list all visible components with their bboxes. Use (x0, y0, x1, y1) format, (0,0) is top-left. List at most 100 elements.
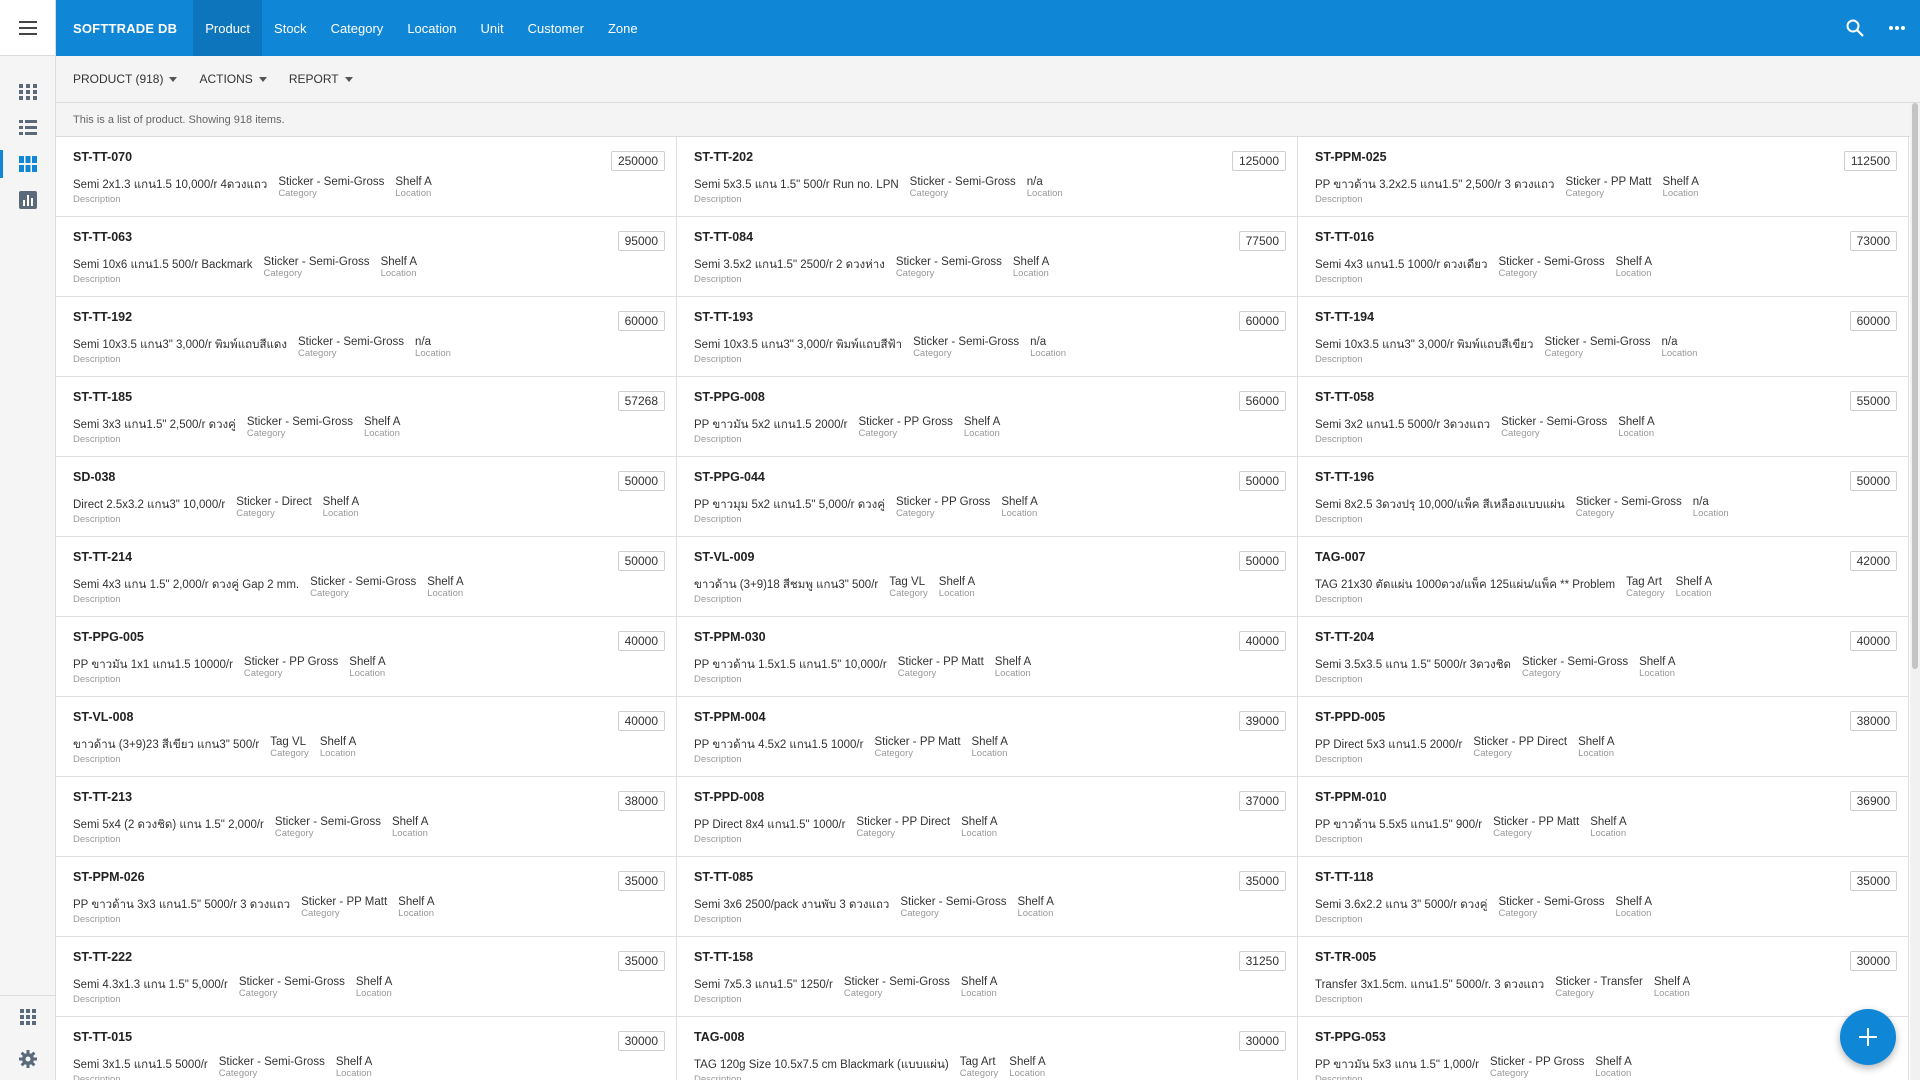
category-label: Category (1498, 268, 1538, 279)
product-card[interactable]: ST-PPM-010 36900 PP ขาวด้าน 5.5x5 แกน1.5" … (1298, 777, 1909, 857)
category-label: Category (858, 428, 898, 439)
description-label: Description (694, 994, 742, 1005)
product-card[interactable]: ST-TT-193 60000 Semi 10x3.5 แกน3" 3,000/r … (677, 297, 1298, 377)
report-dropdown[interactable]: REPORT (289, 72, 353, 86)
product-card[interactable]: ST-PPM-026 35000 PP ขาวด้าน 3x3 แกน1.5" 50… (56, 857, 677, 937)
product-code: ST-TT-214 (73, 550, 133, 564)
product-category: Sticker - Semi-Gross (1501, 416, 1608, 428)
brand-title[interactable]: SOFTTRADE DB (56, 21, 193, 36)
description-label: Description (73, 354, 121, 365)
category-label: Category (1498, 908, 1538, 919)
product-category: Sticker - Semi-Gross (1522, 656, 1629, 668)
product-card[interactable]: ST-TT-085 35000 Semi 3x6 2500/pack งานพับ … (677, 857, 1298, 937)
product-card[interactable]: ST-PPG-008 56000 PP ขาวมัน 5x2 แกน1.5 2000… (677, 377, 1298, 457)
quantity-badge: 38000 (617, 791, 665, 811)
category-label: Category (874, 748, 914, 759)
product-card[interactable]: ST-PPM-004 39000 PP ขาวด้าน 4.5x2 แกน1.5 1… (677, 697, 1298, 777)
location-label: Location (319, 748, 356, 759)
nav-location[interactable]: Location (395, 0, 468, 56)
product-card[interactable]: ST-PPM-025 112500 PP ขาวด้าน 3.2x2.5 แกน1.… (1298, 137, 1909, 217)
product-card[interactable]: ST-TT-063 95000 Semi 10x6 แกน1.5 500/r Bac… (56, 217, 677, 297)
product-card[interactable]: ST-PPD-005 38000 PP Direct 5x3 แกน1.5 2000… (1298, 697, 1909, 777)
product-card[interactable]: TAG-008 30000 TAG 120g Size 10.5x7.5 cm Bl… (677, 1017, 1298, 1080)
apps-button[interactable] (0, 996, 56, 1038)
product-card[interactable]: ST-TT-016 73000 Semi 4x3 แกน1.5 1000/r ดวง… (1298, 217, 1909, 297)
product-card[interactable]: ST-TT-204 40000 Semi 3.5x3.5 แกน 1.5" 5000… (1298, 617, 1909, 697)
product-category: Sticker - PP Matt (1493, 816, 1580, 828)
product-category: Sticker - Transfer (1555, 976, 1643, 988)
nav-zone[interactable]: Zone (596, 0, 650, 56)
product-card[interactable]: ST-TT-158 31250 Semi 7x5.3 แกน1.5" 1250/r D… (677, 937, 1298, 1017)
product-code: ST-PPG-005 (73, 630, 144, 644)
location-label: Location (1615, 268, 1652, 279)
product-location: Shelf A (395, 176, 432, 188)
product-card[interactable]: ST-TT-202 125000 Semi 5x3.5 แกน 1.5" 500/r… (677, 137, 1298, 217)
rail-item-modules[interactable] (0, 74, 55, 110)
product-card[interactable]: ST-TT-084 77500 Semi 3.5x2 แกน1.5" 2500/r … (677, 217, 1298, 297)
scrollbar-thumb[interactable] (1912, 103, 1918, 669)
product-card[interactable]: ST-TT-194 60000 Semi 10x3.5 แกน3" 3,000/r … (1298, 297, 1909, 377)
scrollbar[interactable] (1910, 103, 1920, 1080)
product-card[interactable]: ST-PPG-044 50000 PP ขาวมุม 5x2 แกน1.5" 5,0… (677, 457, 1298, 537)
product-card[interactable]: ST-TT-196 50000 Semi 8x2.5 3ดวงปรุ 10,000/… (1298, 457, 1909, 537)
product-card[interactable]: ST-PPG-005 40000 PP ขาวมัน 1x1 แกน1.5 1000… (56, 617, 677, 697)
nav-stock[interactable]: Stock (262, 0, 319, 56)
product-description: Semi 7x5.3 แกน1.5" 1250/r (694, 979, 833, 991)
settings-button[interactable] (0, 1038, 56, 1080)
product-card[interactable]: ST-TT-214 50000 Semi 4x3 แกน 1.5" 2,000/r … (56, 537, 677, 617)
product-card[interactable]: ST-TT-192 60000 Semi 10x3.5 แกน3" 3,000/r … (56, 297, 677, 377)
list-view-icon (18, 120, 37, 135)
product-count-dropdown[interactable]: PRODUCT (918) (73, 72, 178, 86)
location-label: Location (335, 1068, 372, 1079)
location-label: Location (1590, 828, 1627, 839)
product-location: Shelf A (1001, 496, 1038, 508)
description-label: Description (73, 594, 121, 605)
add-product-button[interactable] (1840, 1009, 1896, 1065)
category-label: Category (1493, 828, 1532, 839)
quantity-badge: 42000 (1849, 551, 1897, 571)
category-label: Category (236, 508, 275, 519)
product-card[interactable]: SD-038 50000 Direct 2.5x3.2 แกน3" 10,000/r… (56, 457, 677, 537)
product-card[interactable]: ST-PPG-053 PP ขาวมัน 5x3 แกน 1.5" 1,000/r… (1298, 1017, 1909, 1080)
product-card[interactable]: TAG-007 42000 TAG 21x30 ตัดแผ่น 1000ดวง/แพ… (1298, 537, 1909, 617)
quantity-badge: 250000 (610, 151, 665, 171)
product-card[interactable]: ST-TT-185 57268 Semi 3x3 แกน1.5" 2,500/r ด… (56, 377, 677, 457)
menu-icon[interactable] (18, 20, 37, 35)
category-label: Category (278, 188, 317, 199)
product-description: PP ขาวมัน 1x1 แกน1.5 10000/r (73, 659, 233, 671)
product-description: Semi 3x3 แกน1.5" 2,500/r ดวงคู่ (73, 419, 236, 431)
product-card[interactable]: ST-TT-070 250000 Semi 2x1.3 แกน1.5 10,000/… (56, 137, 677, 217)
rail-item-chart[interactable] (0, 182, 55, 218)
product-code: ST-PPM-030 (694, 630, 766, 644)
location-label: Location (1618, 428, 1655, 439)
description-label: Description (73, 994, 121, 1005)
nav-product[interactable]: Product (193, 0, 263, 56)
more-icon[interactable] (1888, 25, 1906, 31)
quantity-badge: 35000 (617, 951, 665, 971)
product-code: ST-PPM-004 (694, 710, 766, 724)
nav-customer[interactable]: Customer (516, 0, 596, 56)
product-category: Sticker - PP Matt (897, 656, 984, 668)
nav-category[interactable]: Category (319, 0, 396, 56)
product-code: ST-TT-204 (1315, 630, 1375, 644)
product-card[interactable]: ST-VL-008 40000 ขาวด้าน (3+9)23 สีเขียว แก… (56, 697, 677, 777)
product-card[interactable]: ST-TT-213 38000 Semi 5x4 (2 ดวงชิด) แกน 1.… (56, 777, 677, 857)
product-card[interactable]: ST-TT-118 35000 Semi 3.6x2.2 แกน 3" 5000/r… (1298, 857, 1909, 937)
quantity-badge: 35000 (1238, 871, 1286, 891)
rail-item-card-view[interactable] (0, 146, 55, 182)
search-icon[interactable] (1846, 19, 1864, 37)
product-card[interactable]: ST-TT-015 30000 Semi 3x1.5 แกน1.5 5000/r De… (56, 1017, 677, 1080)
product-location: Shelf A (961, 816, 998, 828)
menu-button[interactable] (0, 0, 55, 56)
actions-dropdown[interactable]: ACTIONS (199, 72, 267, 86)
product-card[interactable]: ST-VL-009 50000 ขาวด้าน (3+9)18 สีชมพู แกน… (677, 537, 1298, 617)
product-card[interactable]: ST-TT-222 35000 Semi 4.3x1.3 แกน 1.5" 5,00… (56, 937, 677, 1017)
product-card[interactable]: ST-TT-058 55000 Semi 3x2 แกน1.5 5000/r 3ดว… (1298, 377, 1909, 457)
product-card[interactable]: ST-PPM-030 40000 PP ขาวด้าน 1.5x1.5 แกน1.5… (677, 617, 1298, 697)
product-description: Semi 2x1.3 แกน1.5 10,000/r 4ดวงแถว (73, 179, 268, 191)
rail-item-list-view[interactable] (0, 110, 55, 146)
product-card[interactable]: ST-TR-005 30000 Transfer 3x1.5cm. แกน1.5" … (1298, 937, 1909, 1017)
card-view-icon (18, 156, 37, 172)
nav-unit[interactable]: Unit (468, 0, 515, 56)
product-card[interactable]: ST-PPD-008 37000 PP Direct 8x4 แกน1.5" 100… (677, 777, 1298, 857)
